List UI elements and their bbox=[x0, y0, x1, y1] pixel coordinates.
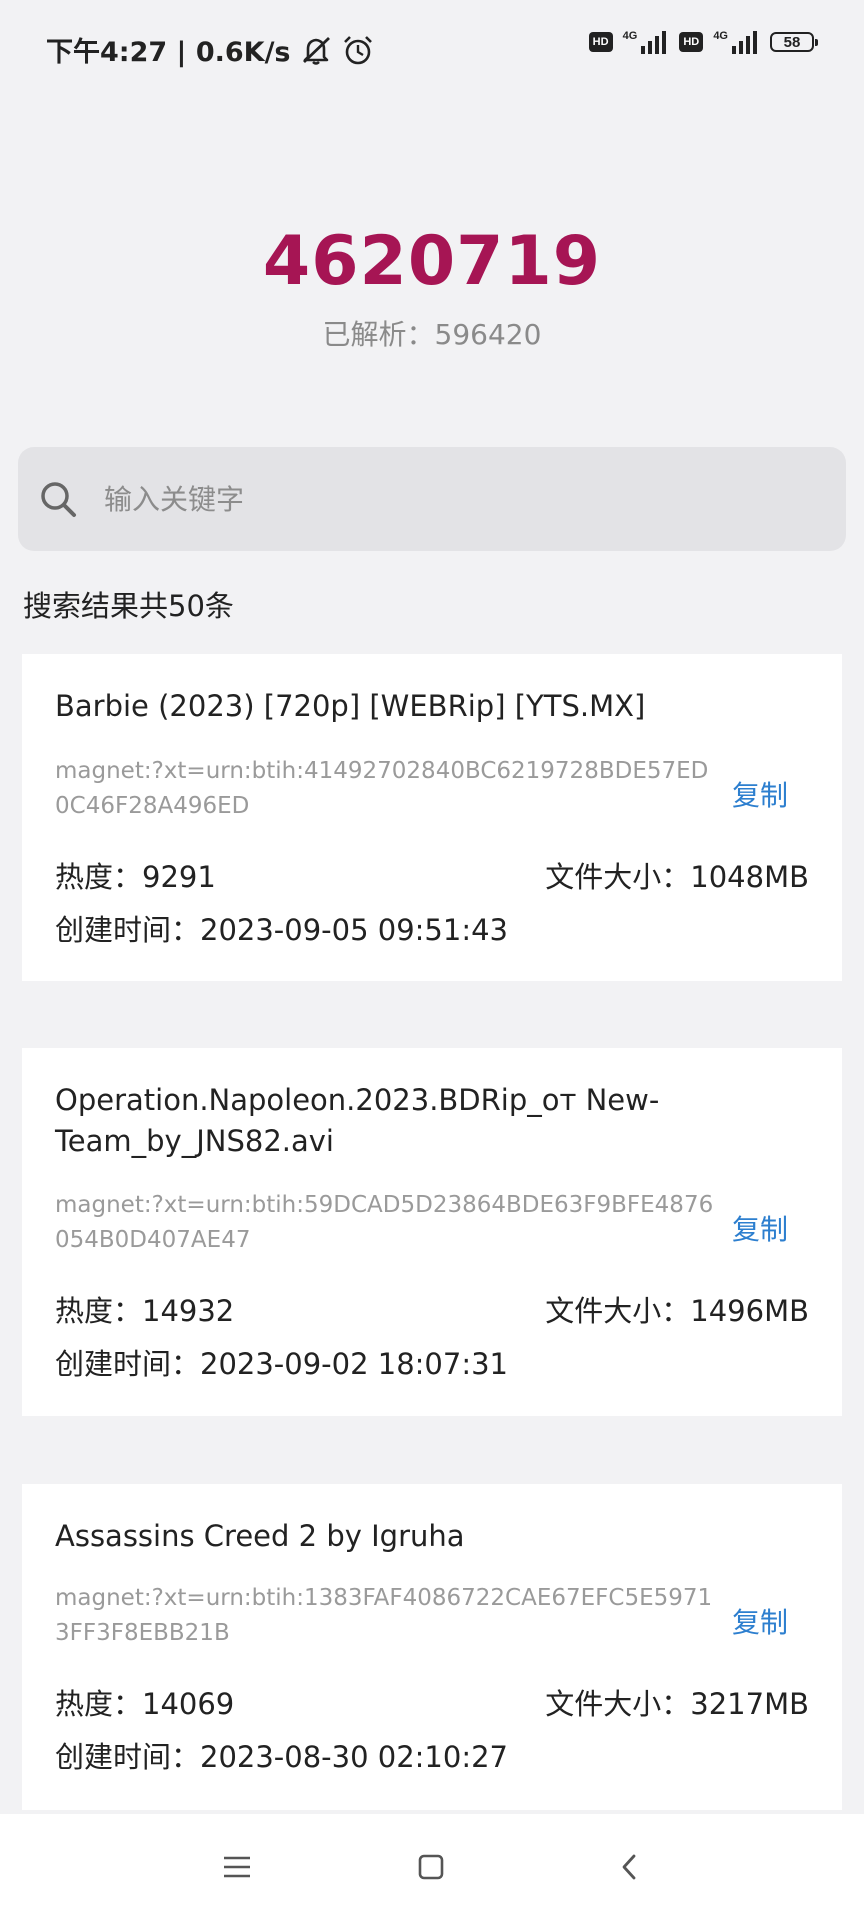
copy-button[interactable]: 复制 bbox=[732, 1208, 788, 1248]
file-size: 文件大小：1048MB bbox=[545, 860, 809, 894]
battery-icon: 58 bbox=[770, 32, 818, 52]
status-bar: 下午4:27 | 0.6K/s HD 4G HD 4G 58 bbox=[0, 0, 864, 100]
parsed-count: 已解析：596420 bbox=[322, 318, 542, 351]
hd-icon-2: HD bbox=[679, 32, 704, 52]
navigation-bar bbox=[0, 1814, 864, 1920]
status-left: 下午4:27 | 0.6K/s bbox=[46, 30, 375, 69]
result-title: Assassins Creed 2 by Igruha bbox=[55, 1519, 465, 1553]
result-count: 搜索结果共50条 bbox=[23, 589, 234, 623]
network-type-label: 4G bbox=[622, 30, 638, 42]
result-card[interactable]: Assassins Creed 2 by Igruha magnet:?xt=u… bbox=[22, 1484, 842, 1810]
result-card[interactable]: Barbie (2023) [720p] [WEBRip] [YTS.MX] m… bbox=[22, 654, 842, 981]
total-count: 4620719 bbox=[262, 222, 602, 301]
back-icon[interactable] bbox=[604, 1842, 654, 1892]
result-card[interactable]: Operation.Napoleon.2023.BDRip_от New-Tea… bbox=[22, 1048, 842, 1416]
alarm-icon bbox=[341, 34, 375, 66]
signal-icon: 4G bbox=[623, 30, 670, 54]
menu-icon[interactable] bbox=[212, 1842, 262, 1892]
search-bar[interactable] bbox=[18, 447, 846, 551]
result-title: Barbie (2023) [720p] [WEBRip] [YTS.MX] bbox=[55, 689, 646, 723]
created-time: 创建时间：2023-09-05 09:51:43 bbox=[55, 913, 508, 947]
status-time-speed: 下午4:27 | 0.6K/s bbox=[46, 37, 291, 68]
magnet-link: magnet:?xt=urn:btih:1383FAF4086722CAE67E… bbox=[55, 1585, 713, 1646]
network-type-label-2: 4G bbox=[713, 30, 728, 42]
magnet-link: magnet:?xt=urn:btih:41492702840BC6219728… bbox=[55, 758, 709, 819]
hd-icon: HD bbox=[588, 32, 613, 52]
file-size: 文件大小：1496MB bbox=[545, 1294, 809, 1328]
mute-icon bbox=[299, 35, 333, 65]
search-input[interactable] bbox=[102, 481, 806, 517]
home-icon[interactable] bbox=[406, 1842, 456, 1892]
result-title: Operation.Napoleon.2023.BDRip_от New-Tea… bbox=[55, 1083, 660, 1158]
created-time: 创建时间：2023-08-30 02:10:27 bbox=[55, 1740, 508, 1774]
heat-value: 热度：14932 bbox=[55, 1294, 235, 1328]
magnet-link: magnet:?xt=urn:btih:59DCAD5D23864BDE63F9… bbox=[55, 1192, 714, 1253]
heat-value: 热度：9291 bbox=[55, 860, 216, 894]
status-right: HD 4G HD 4G 58 bbox=[588, 30, 818, 54]
copy-button[interactable]: 复制 bbox=[732, 1601, 788, 1641]
signal-icon-2: 4G bbox=[713, 30, 760, 54]
search-icon bbox=[38, 479, 78, 519]
created-time: 创建时间：2023-09-02 18:07:31 bbox=[55, 1347, 508, 1381]
copy-button[interactable]: 复制 bbox=[732, 774, 788, 814]
heat-value: 热度：14069 bbox=[55, 1687, 235, 1721]
file-size: 文件大小：3217MB bbox=[545, 1687, 809, 1721]
